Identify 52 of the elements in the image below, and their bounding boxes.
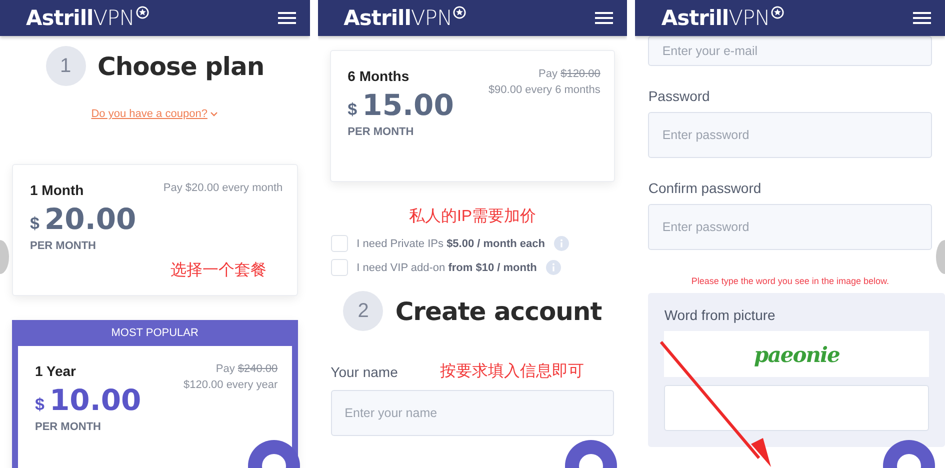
price-period: PER MONTH — [35, 421, 102, 433]
info-icon[interactable] — [546, 260, 561, 275]
billing-text: $120.00 every year — [184, 379, 278, 391]
hint-text: Please type the word you see in the image below. — [690, 276, 890, 286]
step-title: Choose plan — [98, 52, 264, 80]
input-field[interactable]: Enter your e-mail — [648, 36, 932, 66]
input-field[interactable]: Enter password — [648, 112, 932, 158]
plan-card[interactable]: MOST POPULAR 1 Year $ 10.00 PER MONTH Pay $240.00 $120.00 every year — [12, 320, 298, 468]
logo-text: AstrillVPN — [26, 6, 134, 30]
plan-name: 6 Months — [348, 68, 410, 84]
checkbox-label: I need VIP add-on from $10 / month — [356, 262, 537, 274]
input-field[interactable]: Enter your name — [330, 390, 614, 436]
annotation-text: 按要求填入信息即可 — [440, 362, 584, 382]
logo-text: AstrillVPN — [661, 6, 770, 30]
checkbox[interactable] — [330, 235, 348, 252]
pay-total: Pay $240.00 — [216, 363, 278, 375]
menu-icon[interactable] — [595, 11, 614, 25]
checkbox[interactable] — [330, 259, 348, 276]
popular-banner: MOST POPULAR — [12, 320, 298, 346]
field-label: Your name — [330, 364, 398, 380]
plan-card[interactable]: 6 Months $ 15.00 PER MONTH Pay $120.00 $90.00 every 6 months — [330, 50, 616, 182]
captcha-word: paeonie — [754, 342, 840, 366]
currency-sign: $ — [35, 395, 44, 415]
annotation-text: 选择一个套餐 — [170, 260, 267, 281]
currency-sign: $ — [348, 100, 358, 120]
currency-sign: $ — [30, 214, 40, 234]
step-number: 1 — [46, 46, 86, 86]
plan-price: 10.00 — [49, 383, 142, 417]
annotation-text: 私人的IP需要加价 — [408, 206, 536, 227]
chevron-icon — [210, 111, 218, 117]
step-number: 2 — [343, 291, 384, 331]
plan-price: 15.00 — [362, 88, 454, 122]
logo-text: AstrillVPN — [344, 6, 452, 30]
menu-icon[interactable] — [278, 11, 296, 25]
plan-name: 1 Month — [30, 182, 85, 198]
menu-icon[interactable] — [913, 11, 932, 25]
plan-card[interactable]: 1 Month $ 20.00 PER MONTH Pay $20.00 every month 选择一个套餐 — [12, 164, 298, 296]
info-icon[interactable] — [554, 236, 569, 251]
plan-price: 20.00 — [44, 202, 136, 236]
price-period: PER MONTH — [30, 240, 97, 252]
captcha-input[interactable] — [664, 385, 930, 431]
plan-name: 1 Year — [35, 363, 78, 379]
field-label: Confirm password — [648, 180, 762, 196]
checkbox-label: I need Private IPs $5.00 / month each — [356, 238, 545, 250]
step-title: Create account — [395, 296, 602, 326]
captcha-label: Word from picture — [664, 307, 776, 323]
input-field[interactable]: Enter password — [648, 204, 932, 250]
field-label: Password — [648, 88, 710, 104]
price-period: PER MONTH — [348, 126, 415, 138]
pay-total: Pay $120.00 — [538, 68, 600, 80]
billing-text: Pay $20.00 every month — [163, 182, 283, 194]
billing-text: $90.00 every 6 months — [488, 84, 600, 96]
